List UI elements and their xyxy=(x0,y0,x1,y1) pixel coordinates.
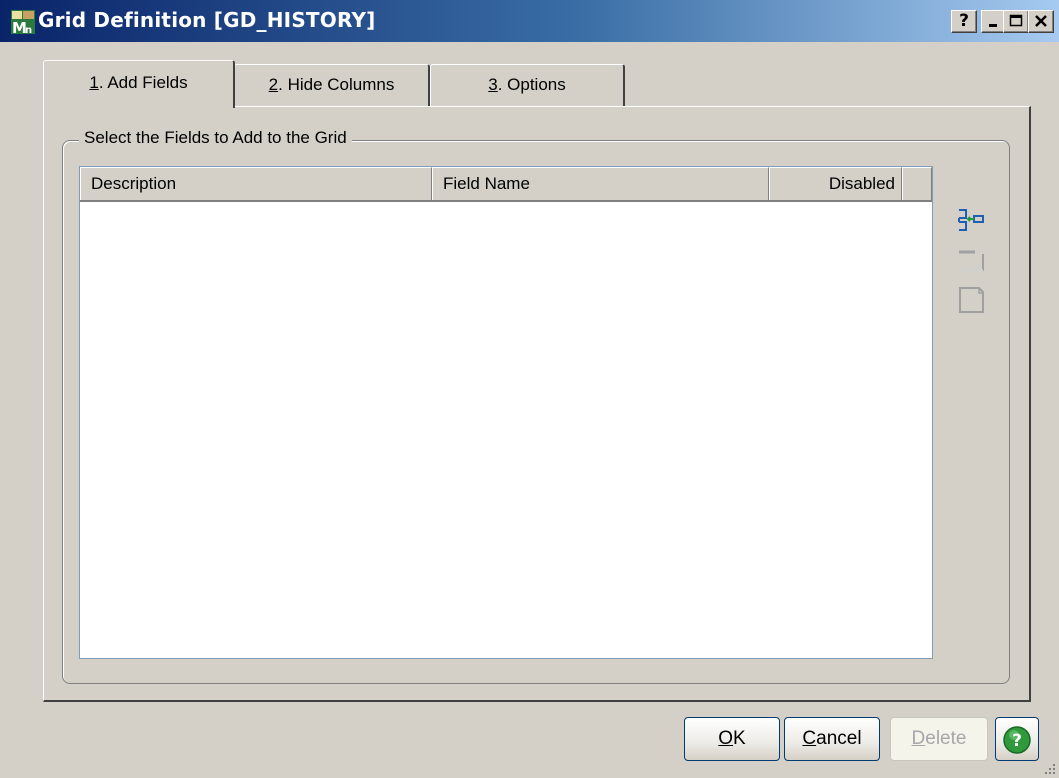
delete-button-accel: D xyxy=(911,728,926,749)
tab-hide-columns-accel: 2 xyxy=(268,75,279,94)
help-title-button[interactable]: ? xyxy=(951,10,977,33)
grid-header: Description Field Name Disabled xyxy=(80,167,932,202)
window-title: Grid Definition [GD_HISTORY] xyxy=(38,8,376,32)
document-icon[interactable] xyxy=(955,284,985,314)
title-bar[interactable]: M n Grid Definition [GD_HISTORY] ? xyxy=(0,0,1059,42)
help-icon: ? xyxy=(1003,726,1031,754)
tab-options-label: . Options xyxy=(497,75,566,94)
fields-grid[interactable]: Description Field Name Disabled xyxy=(79,166,933,659)
tab-options[interactable]: 3. Options xyxy=(430,64,625,106)
tab-hide-columns-label: . Hide Columns xyxy=(278,75,395,94)
ok-button-accel: O xyxy=(718,728,734,749)
insert-field-icon[interactable] xyxy=(955,206,985,236)
delete-button-label: elete xyxy=(925,728,967,749)
groupbox-label: Select the Fields to Add to the Grid xyxy=(79,128,352,148)
ok-button-label: K xyxy=(733,728,746,749)
maximize-button[interactable] xyxy=(1003,10,1029,33)
cancel-button-label: ancel xyxy=(816,728,862,749)
column-header-field-name[interactable]: Field Name xyxy=(432,167,769,200)
close-icon xyxy=(1035,15,1047,27)
ok-button[interactable]: OK xyxy=(684,717,780,761)
column-header-disabled[interactable]: Disabled xyxy=(769,167,902,200)
app-icon: M n xyxy=(11,10,35,35)
help-button[interactable]: ? xyxy=(995,717,1039,761)
maximize-icon xyxy=(1009,14,1023,27)
cancel-button[interactable]: Cancel xyxy=(784,717,880,761)
tab-panel-join xyxy=(44,105,233,108)
field-icon[interactable] xyxy=(955,244,985,274)
tab-hide-columns[interactable]: 2. Hide Columns xyxy=(234,64,430,106)
delete-button[interactable]: Delete xyxy=(890,717,988,761)
resize-grip-icon[interactable] xyxy=(1041,760,1057,776)
column-header-description[interactable]: Description xyxy=(80,167,432,200)
svg-text:n: n xyxy=(25,25,32,35)
tab-add-fields-accel: 1 xyxy=(89,73,99,92)
column-header-extra[interactable] xyxy=(902,167,932,200)
tab-add-fields-label: . Add Fields xyxy=(98,73,188,92)
cancel-button-accel: C xyxy=(802,728,817,749)
svg-text:?: ? xyxy=(1012,731,1022,751)
minimize-icon xyxy=(989,24,997,27)
close-button[interactable] xyxy=(1028,10,1054,33)
tab-options-accel: 3 xyxy=(488,75,498,94)
grid-definition-window: M n Grid Definition [GD_HISTORY] ? 1. Ad… xyxy=(0,0,1059,778)
tab-add-fields[interactable]: 1. Add Fields xyxy=(43,60,235,108)
